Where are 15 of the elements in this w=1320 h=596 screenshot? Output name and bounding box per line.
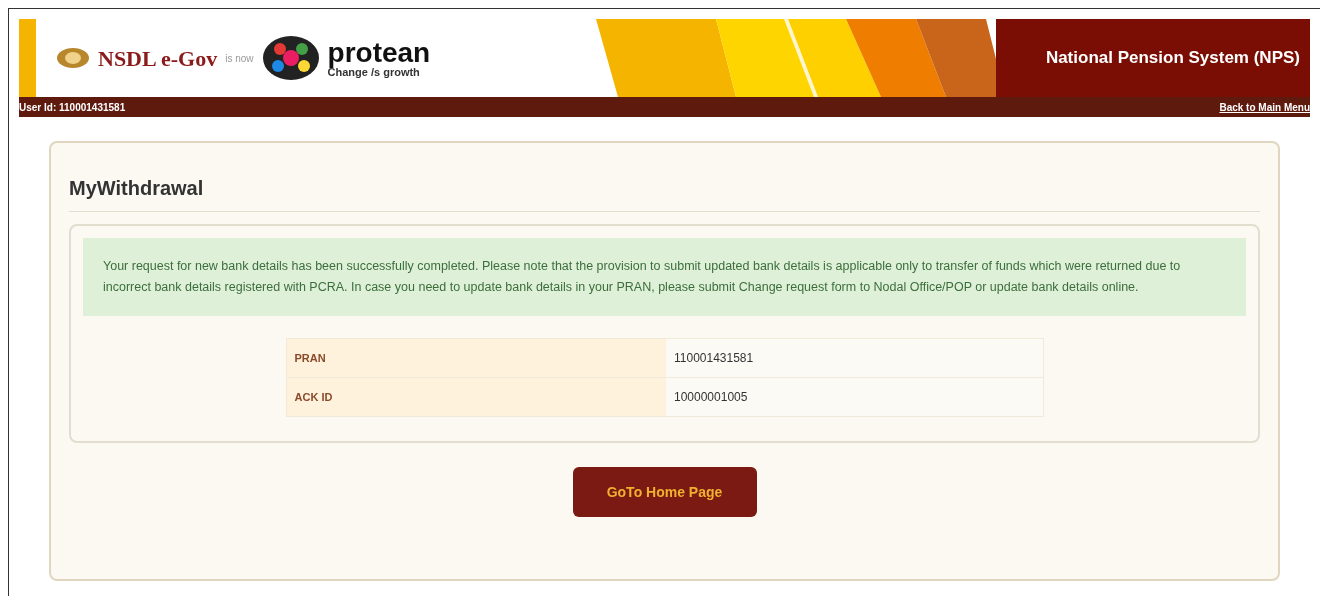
back-to-main-menu-link[interactable]: Back to Main Menu — [1219, 99, 1310, 115]
system-title: National Pension System (NPS) — [1045, 47, 1300, 70]
success-message: Your request for new bank details has been successfully completed. Please note that the provision to submit updated bank details is applicable only to transfer of funds which were returned due to incorrect bank details registered with PCRA. In case you need to update bank details in your PRAN, please submit Change request form to Nodal Office/POP or update bank details online. — [83, 238, 1246, 316]
connector-text: is now — [225, 51, 254, 66]
detail-label-cell: PRAN — [286, 338, 666, 378]
detail-value-cell: 10000001005 — [666, 377, 1043, 417]
protean-emblem-icon — [261, 35, 320, 81]
user-id-text: User Id: 110001431581 — [19, 100, 126, 115]
protean-logo: protean — [327, 38, 431, 67]
page-heading: MyWithdrawal — [69, 173, 1260, 212]
detail-value-cell: 110001431581 — [666, 338, 1043, 378]
go-to-home-page-button[interactable]: GoTo Home Page — [572, 467, 757, 517]
coin-icon — [56, 47, 90, 69]
old-brand-logo: NSDL e-Gov — [98, 44, 218, 73]
detail-label-cell: ACK ID — [286, 377, 666, 417]
